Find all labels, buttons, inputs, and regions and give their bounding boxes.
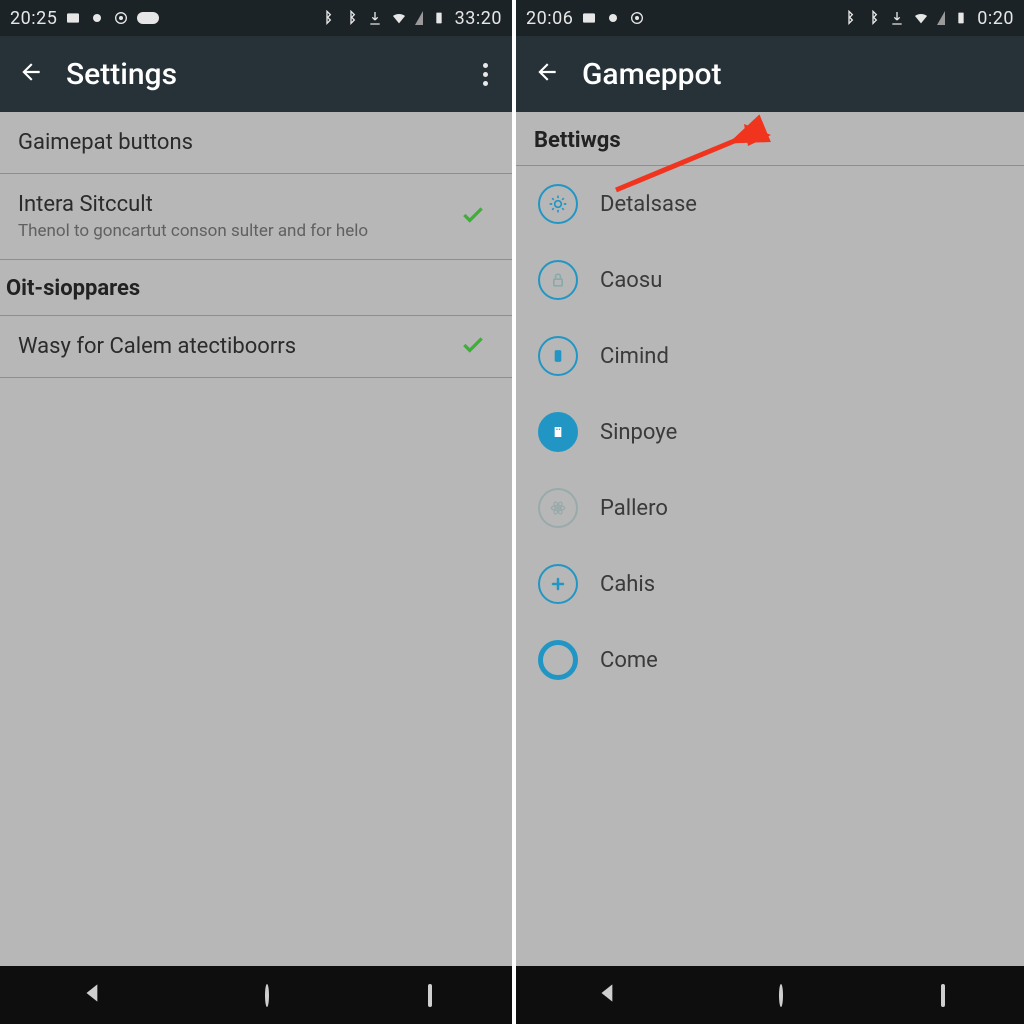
item-label: Caosu [600, 268, 662, 293]
screenshot-right: 20:06 0:20 Gameppot Bettiwgs [512, 0, 1024, 1024]
row-title: Intera Sitccult [18, 192, 494, 217]
bluetooth-icon [841, 10, 857, 26]
item-label: Cahis [600, 572, 655, 597]
gear-icon [538, 184, 578, 224]
app-bar: Settings [0, 36, 512, 112]
status-clock: 20:25 [10, 8, 57, 29]
list-item-pallero[interactable]: Pallero [516, 470, 1024, 546]
overflow-menu-icon[interactable] [477, 57, 494, 92]
status-clock-right: 33:20 [455, 8, 502, 29]
nav-recents-icon[interactable] [941, 986, 945, 1005]
page-title: Gameppot [582, 57, 722, 92]
bluetooth-icon-2 [865, 10, 881, 26]
signal-icon [937, 11, 945, 25]
item-label: Sinpoye [600, 420, 677, 445]
camera-icon [89, 10, 105, 26]
download-icon [889, 10, 905, 26]
refresh-icon [538, 640, 578, 680]
status-bar: 20:25 33:20 [0, 0, 512, 36]
camera-icon [605, 10, 621, 26]
status-bar: 20:06 0:20 [516, 0, 1024, 36]
nav-bar [0, 966, 512, 1024]
settings-row-wasy[interactable]: Wasy for Calem atectiboorrs [0, 316, 512, 378]
check-icon [460, 332, 486, 362]
plus-icon [538, 564, 578, 604]
wifi-icon [913, 10, 929, 26]
target-icon [629, 10, 645, 26]
pill-icon [137, 12, 159, 24]
section-label: Bettiwgs [534, 128, 621, 153]
list-item-cahis[interactable]: Cahis [516, 546, 1024, 622]
building-icon [538, 412, 578, 452]
bluetooth-icon [319, 10, 335, 26]
settings-row-intera[interactable]: Intera Sitccult Thenol to goncartut cons… [0, 174, 512, 260]
tag-icon [538, 336, 578, 376]
card-icon [581, 10, 597, 26]
row-title: Wasy for Calem atectiboorrs [18, 334, 494, 359]
check-icon [460, 202, 486, 232]
nav-back-icon[interactable] [80, 980, 106, 1010]
list-item-cimind[interactable]: Cimind [516, 318, 1024, 394]
nav-back-icon[interactable] [595, 980, 621, 1010]
item-label: Pallero [600, 496, 668, 521]
section-header-oit: Oit-sioppares [0, 260, 512, 316]
settings-row-gamepad-buttons[interactable]: Gaimepat buttons [0, 112, 512, 174]
item-label: Come [600, 648, 658, 673]
settings-list: Gaimepat buttons Intera Sitccult Thenol … [0, 112, 512, 966]
back-icon[interactable] [534, 59, 560, 89]
row-subtitle: Thenol to goncartut conson sulter and fo… [18, 221, 494, 241]
battery-icon [953, 10, 969, 26]
back-icon[interactable] [18, 59, 44, 89]
target-icon [113, 10, 129, 26]
gamepot-list: Bettiwgs Detalsase Caosu Cimind [516, 112, 1024, 966]
bluetooth-icon-2 [343, 10, 359, 26]
wifi-icon [391, 10, 407, 26]
list-item-sinpoye[interactable]: Sinpoye [516, 394, 1024, 470]
card-icon [65, 10, 81, 26]
item-label: Detalsase [600, 192, 697, 217]
nav-home-icon[interactable] [265, 986, 269, 1005]
status-clock: 20:06 [526, 8, 573, 29]
lock-icon [538, 260, 578, 300]
nav-bar [516, 966, 1024, 1024]
list-item-caosu[interactable]: Caosu [516, 242, 1024, 318]
list-item-detalsase[interactable]: Detalsase [516, 166, 1024, 242]
battery-icon [431, 10, 447, 26]
app-bar: Gameppot [516, 36, 1024, 112]
section-header-bettiwgs: Bettiwgs [516, 112, 1024, 166]
status-clock-right: 0:20 [977, 8, 1014, 29]
screenshot-left: 20:25 33:20 Settings Gai [0, 0, 512, 1024]
page-title: Settings [66, 57, 177, 92]
download-icon [367, 10, 383, 26]
row-title: Gaimepat buttons [18, 130, 494, 155]
signal-icon [415, 11, 423, 25]
item-label: Cimind [600, 344, 669, 369]
list-item-come[interactable]: Come [516, 622, 1024, 698]
atom-icon [538, 488, 578, 528]
nav-home-icon[interactable] [779, 986, 783, 1005]
nav-recents-icon[interactable] [428, 986, 432, 1005]
